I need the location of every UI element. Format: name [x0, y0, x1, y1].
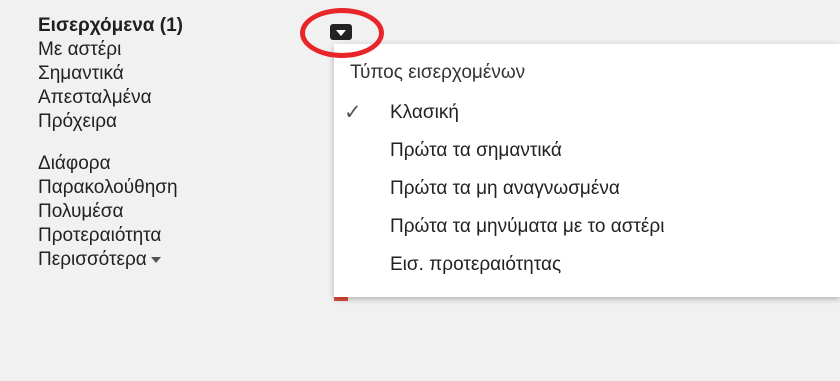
menu-item-starred-first[interactable]: Πρώτα τα μηνύματα με το αστέρι: [390, 216, 664, 238]
sidebar-item-important[interactable]: Σημαντικά: [38, 62, 278, 86]
sidebar-item-priority[interactable]: Προτεραιότητα: [38, 224, 278, 248]
sidebar-item-more-label: Περισσότερα: [38, 249, 147, 270]
sidebar-item-misc[interactable]: Διάφορα: [38, 152, 278, 176]
sidebar-item-sent[interactable]: Απεσταλμένα: [38, 86, 278, 110]
checkmark-icon: ✓: [344, 101, 362, 124]
sidebar-nav: Εισερχόμενα (1) Με αστέρι Σημαντικά Απεσ…: [38, 14, 278, 272]
sidebar-item-media[interactable]: Πολυμέσα: [38, 200, 278, 224]
menu-header: Τύπος εισερχομένων: [350, 62, 526, 83]
menu-item-important-first[interactable]: Πρώτα τα σημαντικά: [390, 140, 562, 162]
menu-item-priority-inbox[interactable]: Εισ. προτεραιότητας: [390, 254, 561, 276]
menu-item-classic[interactable]: Κλασική: [390, 102, 459, 124]
sidebar-item-inbox[interactable]: Εισερχόμενα (1): [38, 14, 278, 38]
gmail-screen: Εισερχόμενα (1) Με αστέρι Σημαντικά Απεσ…: [0, 0, 840, 381]
sidebar-item-starred[interactable]: Με αστέρι: [38, 38, 278, 62]
dropdown-arrow-icon: [336, 30, 346, 36]
accent-bar: [334, 297, 348, 301]
inbox-type-menu: Τύπος εισερχομένων ✓ Κλασική Πρώτα τα ση…: [334, 44, 840, 297]
chevron-down-icon: [150, 256, 161, 263]
sidebar-item-follow-up[interactable]: Παρακολούθηση: [38, 176, 278, 200]
inbox-type-dropdown-button[interactable]: [330, 24, 352, 40]
sidebar-item-drafts[interactable]: Πρόχειρα: [38, 110, 278, 134]
sidebar-item-more[interactable]: Περισσότερα: [38, 248, 278, 272]
menu-item-unread-first[interactable]: Πρώτα τα μη αναγνωσμένα: [390, 178, 620, 200]
